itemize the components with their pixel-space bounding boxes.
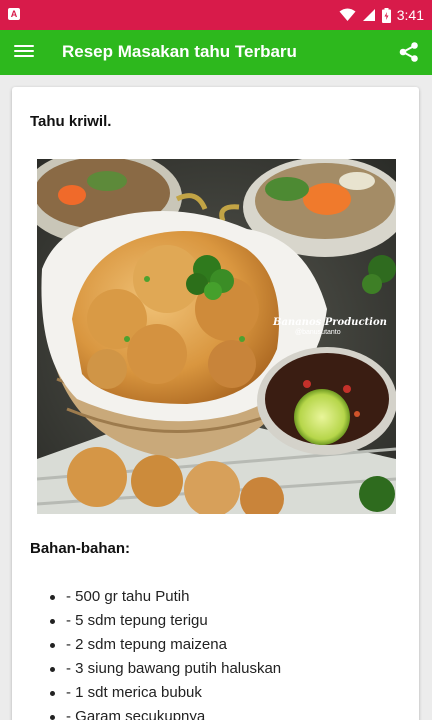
photo-watermark: Bananos Production [273, 317, 387, 328]
battery-icon [381, 7, 391, 23]
ingredient-item: - 500 gr tahu Putih [50, 585, 281, 609]
recipe-photo-illustration [37, 159, 396, 514]
ingredients-list: - 500 gr tahu Putih - 5 sdm tepung terig… [50, 585, 281, 720]
ingredient-item: - Garam secukupnya [50, 705, 281, 720]
ingredient-item: - 5 sdm tepung terigu [50, 609, 281, 633]
ingredient-item: - 1 sdt merica bubuk [50, 681, 281, 705]
menu-icon[interactable] [14, 42, 34, 62]
signal-icon [362, 9, 375, 21]
app-title: Resep Masakan tahu Terbaru [62, 42, 297, 61]
recipe-card: Tahu kriwil. Bananos Production @banusut… [12, 87, 419, 720]
app-bar: Resep Masakan tahu Terbaru [0, 30, 432, 75]
recipe-title: Tahu kriwil. [30, 113, 112, 130]
app-notification-icon: A [8, 8, 20, 20]
photo-watermark-handle: @banusutanto [295, 329, 341, 336]
ingredient-item: - 3 siung bawang putih haluskan [50, 657, 281, 681]
recipe-photo: Bananos Production @banusutanto [37, 159, 396, 514]
ingredients-heading: Bahan-bahan: [30, 540, 131, 557]
ingredient-item: - 2 sdm tepung maizena [50, 633, 281, 657]
status-icons: 3:41 [339, 6, 424, 24]
clock: 3:41 [396, 7, 424, 23]
status-bar: A 3:41 [0, 0, 432, 30]
wifi-icon [339, 8, 356, 21]
share-icon[interactable] [398, 41, 420, 63]
